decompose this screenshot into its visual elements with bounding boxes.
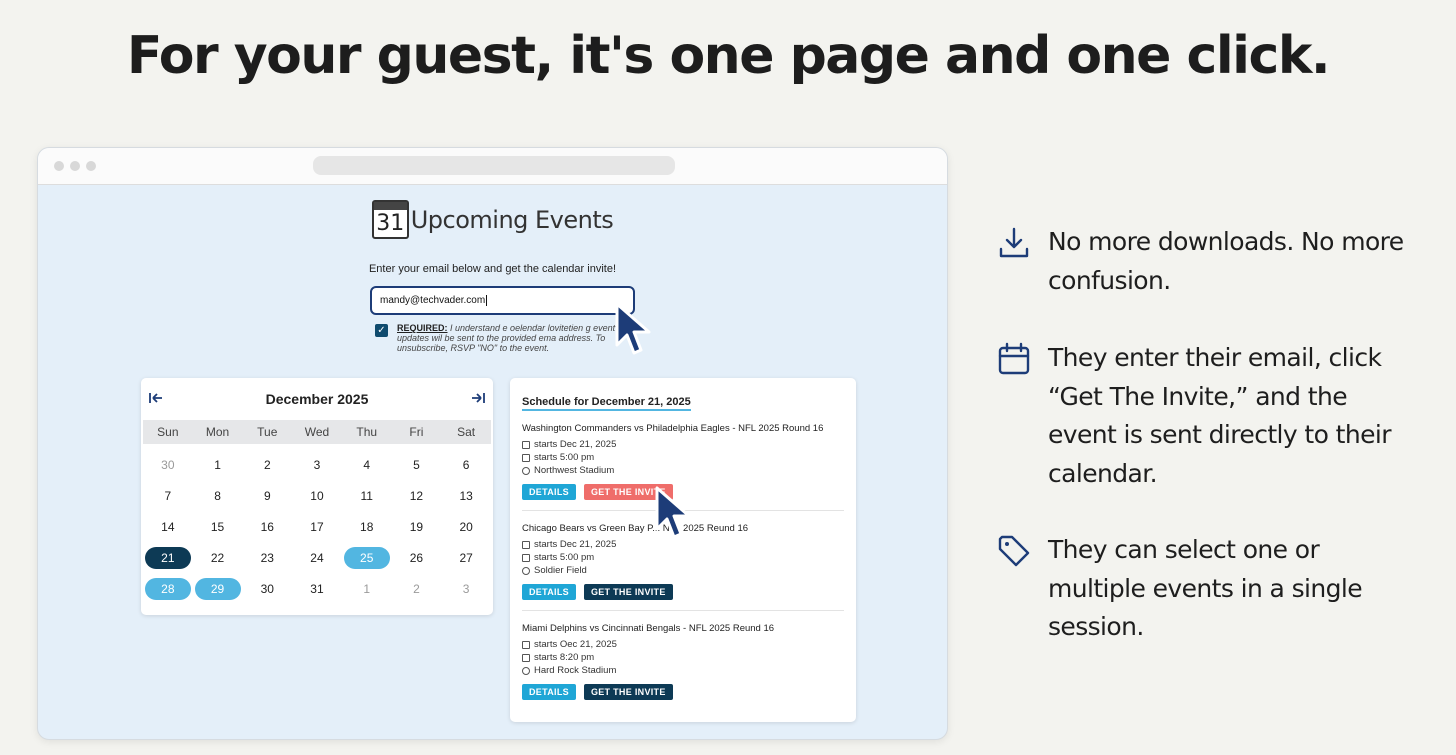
calendar-day[interactable]: 21 [143, 546, 193, 570]
schedule-title: Schedule for December 21, 2025 [522, 396, 691, 411]
calendar-day[interactable]: 4 [342, 453, 392, 477]
schedule-panel: Schedule for December 21, 2025 Washingto… [510, 378, 856, 722]
next-month-button[interactable] [471, 392, 485, 407]
details-button[interactable]: DETAILS [522, 584, 576, 600]
browser-toolbar [38, 148, 947, 185]
weekday-label: Fri [409, 425, 424, 439]
calendar-day[interactable]: 2 [242, 453, 292, 477]
calendar-day[interactable]: 26 [392, 546, 442, 570]
tag-icon [998, 535, 1030, 567]
calendar-day[interactable]: 17 [292, 515, 342, 539]
event-title: Miami Delphins vs Cincinnati Bengals - N… [522, 623, 775, 634]
calendar-day[interactable]: 1 [193, 453, 243, 477]
location-pin-icon [522, 666, 530, 675]
calendar-icon [998, 342, 1030, 375]
clock-icon [522, 653, 530, 662]
calendar-day[interactable]: 23 [242, 546, 292, 570]
arrow-right-to-bar-icon [472, 392, 485, 403]
browser-window: 31 Upcoming Events Enter your email belo… [37, 147, 948, 740]
mouse-cursor-icon [615, 302, 651, 355]
calendar-day[interactable]: 30 [143, 453, 193, 477]
event-time: starts 5:00 pm [522, 551, 844, 564]
calendar-day[interactable]: 9 [242, 484, 292, 508]
weekday-label: Sat [457, 425, 476, 439]
window-dot [86, 161, 96, 171]
headline: For your guest, it's one page and one cl… [126, 26, 1331, 86]
weekday-label: Sun [157, 425, 179, 439]
app-title-label: Upcoming Events [410, 205, 614, 234]
calendar-month: December 2025 [265, 391, 369, 407]
event-title: Washington Commanders vs Philadelphia Ea… [522, 423, 824, 434]
download-icon [999, 227, 1029, 258]
calendar-day[interactable]: 6 [441, 453, 491, 477]
weekday-label: Mon [205, 425, 230, 439]
details-button[interactable]: DETAILS [522, 684, 576, 700]
calendar-day[interactable]: 2 [392, 577, 442, 601]
location-pin-icon [522, 466, 530, 475]
event-venue: Northwest Stadium [522, 464, 844, 477]
calendar-day[interactable]: 14 [143, 515, 193, 539]
email-prompt: Enter your email below and get the calen… [368, 263, 617, 275]
calendar-widget: December 2025 Sun Mon Tue Wed Thu Fri Sat 30 1 2… [141, 378, 493, 615]
calendar-day[interactable]: 27 [441, 546, 491, 570]
calendar-day[interactable]: 5 [392, 453, 442, 477]
weekday-label: Wed [304, 425, 330, 439]
get-invite-button[interactable]: GET THE INVITE [583, 584, 673, 600]
app-title: 31 Upcoming Events [38, 200, 947, 239]
calendar-day[interactable]: 12 [392, 484, 442, 508]
event-item: Miami Delphins vs Cincinnati Bengals - N… [522, 611, 844, 710]
event-date: starts Dec 21, 2025 [522, 438, 844, 451]
calendar-day[interactable]: 13 [441, 484, 491, 508]
calendar-day[interactable]: 1 [342, 577, 392, 601]
clock-icon [522, 453, 530, 462]
location-pin-icon [522, 566, 530, 575]
email-input[interactable]: mandy@techvader.com [370, 286, 635, 315]
calendar-day[interactable]: 31 [292, 577, 342, 601]
event-venue: Hard Rock Stadium [522, 664, 844, 677]
calendar-day[interactable]: 24 [292, 546, 342, 570]
event-time: starts 8:20 pm [522, 651, 844, 664]
calendar-small-icon [522, 640, 530, 649]
prev-month-button[interactable] [149, 392, 163, 407]
calendar-day[interactable]: 16 [242, 515, 292, 539]
weekday-header: Sun Mon Tue Wed Thu Fri Sat [143, 420, 491, 444]
calendar-day[interactable]: 30 [242, 577, 292, 601]
calendar-logo-icon: 31 [371, 200, 409, 239]
window-dot [70, 161, 80, 171]
calendar-day[interactable]: 3 [292, 453, 342, 477]
get-invite-button[interactable]: GET THE INVITE [583, 684, 673, 700]
window-dot [54, 161, 64, 171]
consent-checkbox[interactable]: ✓ [375, 324, 388, 337]
day-grid: 30 1 2 3 4 5 6 7 8 9 10 11 12 13 14 15 16 17 18 19 20 21 22 23 2… [143, 453, 491, 601]
mouse-cursor-icon [655, 486, 691, 539]
calendar-day[interactable]: 25 [342, 546, 392, 570]
address-bar[interactable] [313, 156, 675, 175]
calendar-small-icon [522, 440, 530, 449]
calendar-day[interactable]: 19 [392, 515, 442, 539]
arrow-left-to-bar-icon [149, 392, 162, 403]
event-venue: Soldier Field [522, 564, 844, 577]
weekday-label: Thu [356, 425, 378, 439]
event-date: starts Oec 21, 2025 [522, 638, 844, 651]
calendar-day[interactable]: 15 [193, 515, 243, 539]
calendar-day[interactable]: 28 [143, 577, 193, 601]
calendar-day[interactable]: 3 [441, 577, 491, 601]
calendar-day[interactable]: 11 [342, 484, 392, 508]
calendar-small-icon [522, 540, 530, 549]
clock-icon [522, 553, 530, 562]
calendar-day[interactable]: 20 [441, 515, 491, 539]
calendar-day[interactable]: 8 [193, 484, 243, 508]
calendar-day[interactable]: 29 [193, 577, 243, 601]
calendar-day[interactable]: 10 [292, 484, 342, 508]
calendar-day[interactable]: 7 [143, 484, 193, 508]
details-button[interactable]: DETAILS [522, 484, 576, 500]
calendar-day[interactable]: 22 [193, 546, 243, 570]
consent-text: REQUIRED: I understand e oelendar lovite… [397, 323, 616, 353]
weekday-label: Tue [257, 425, 278, 439]
event-time: starts 5:00 pm [522, 451, 844, 464]
calendar-day[interactable]: 18 [342, 515, 392, 539]
